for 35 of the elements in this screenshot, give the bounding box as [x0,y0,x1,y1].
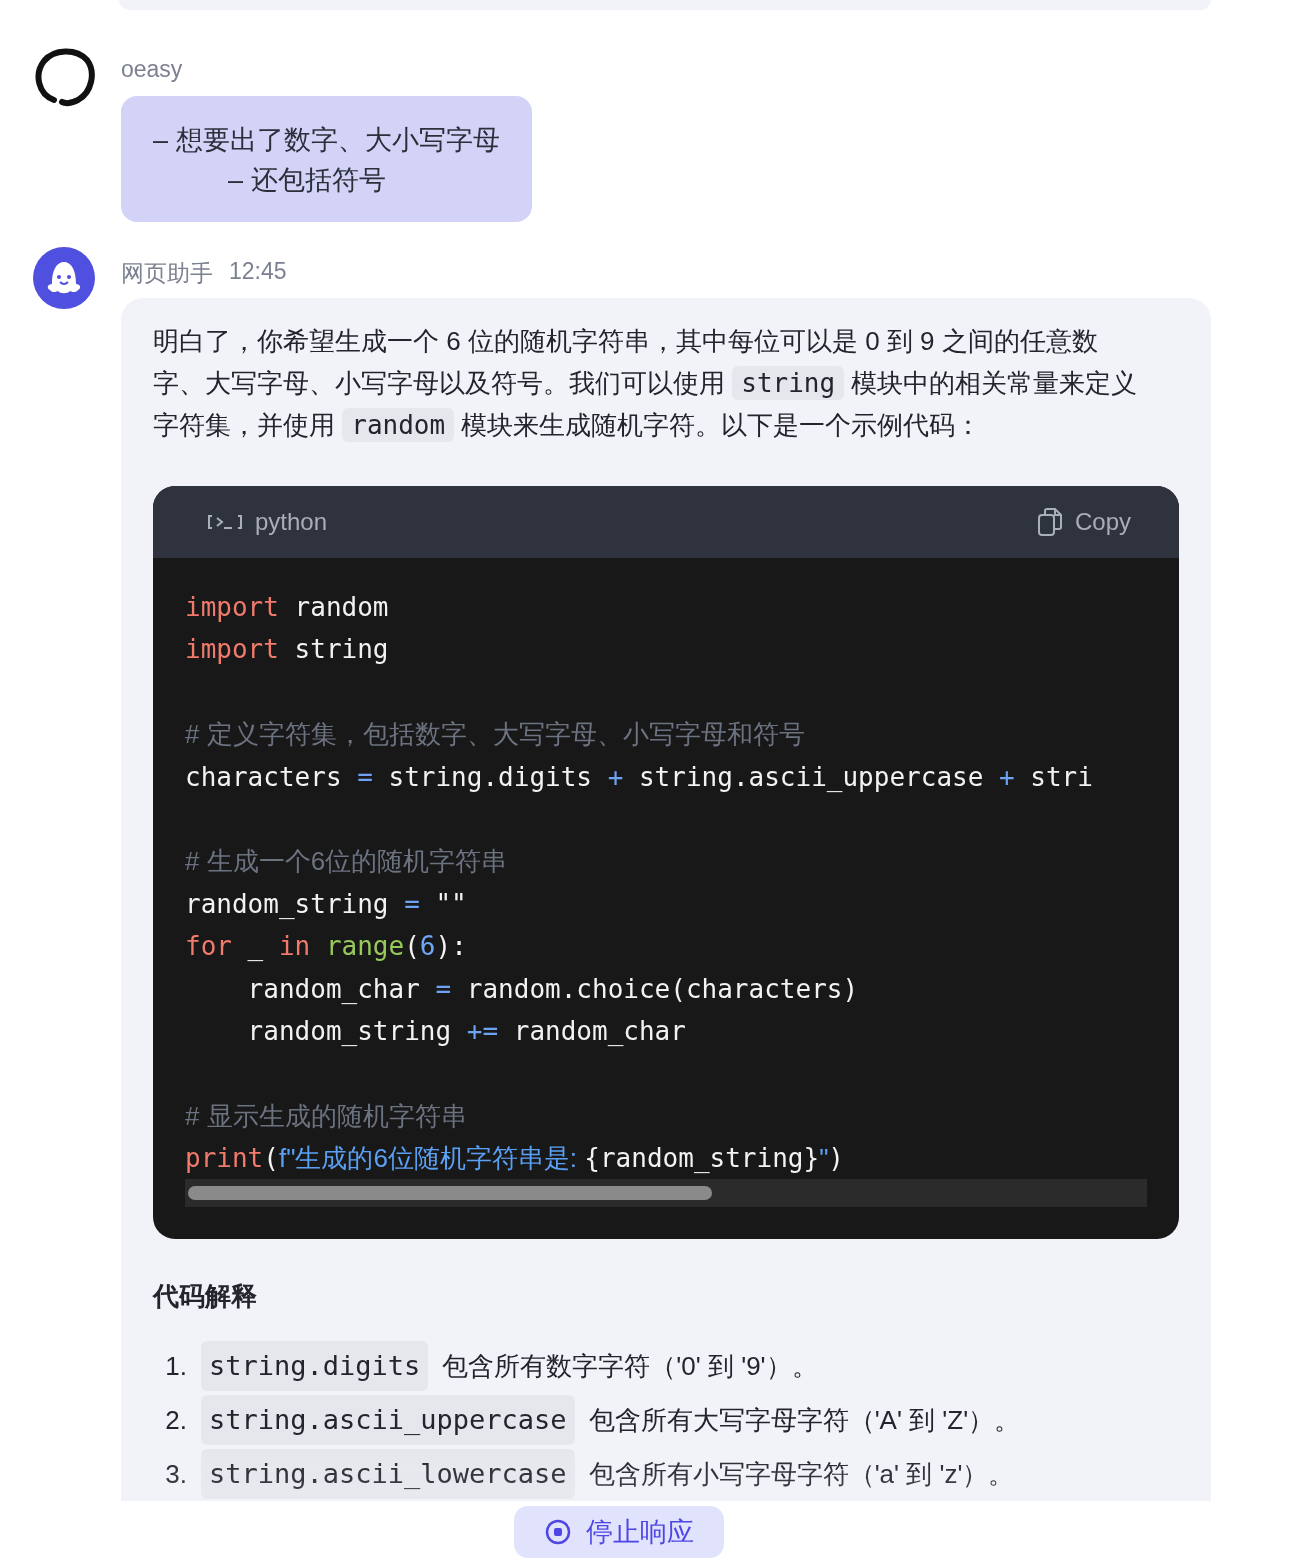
code-line: # 显示生成的随机字符串 [185,1099,468,1133]
inline-code: string.ascii_lowercase [201,1449,575,1500]
code-line: for _ in range(6): [185,930,468,964]
copy-button[interactable]: Copy [1036,501,1131,543]
list-number: 2. [164,1404,187,1438]
list-text: 包含所有数字字符（'0' 到 '9'）。 [442,1350,818,1384]
avatar-icon [32,246,96,310]
code-line: import random [185,591,390,624]
stop-button[interactable]: 停止响应 [514,1506,724,1558]
list-text: 包含所有小写字母字符（'a' 到 'z'）。 [588,1458,1015,1492]
author-name: oeasy [121,56,183,83]
code-line: random_char = random.choice(characters) [246,972,860,1006]
code-line: # 定义字符集，包括数字、大写字母、小写字母和符号 [185,718,806,752]
code-line: random_string = "" [185,887,468,921]
message-line: – 想要出了数字、大小写字母 [153,124,500,157]
list-text: 包含所有大写字母字符（'A' 到 'Z'）。 [588,1404,1021,1438]
code-line: print(f"生成的6位随机字符串是: {random_string}") [185,1142,845,1176]
author-name: 网页助手 [121,259,213,288]
list-number: 3. [164,1458,187,1492]
message-time: 12:45 [229,258,287,285]
message-paragraph: 明白了，你希望生成一个 6 位的随机字符串，其中每位可以是 0 到 9 之间的任意数字、大写字母、小写字母以及符号。我们可以使用 string 模块中的相关常量来定义字符集，并使用 random 模块来生成随机字符。以下是一个示例代码： [153,325,1139,444]
language-label: python [255,507,328,537]
code-line: # 生成一个6位的随机字符串 [185,845,509,879]
inline-code: string.digits [201,1341,429,1392]
section-heading: 代码解释 [153,1280,258,1314]
code-line: import string [185,633,390,667]
inline-code: string.ascii_uppercase [201,1395,575,1446]
scrollbar[interactable] [185,1179,1147,1208]
code-line: random_string += random_char [246,1014,687,1048]
code-line: characters = string.digits + string.ascii_uppercase + stri [185,760,1094,794]
copy-icon [1036,507,1063,537]
list-number: 1. [164,1350,187,1384]
stop-icon [544,1518,572,1546]
terminal-icon [207,513,243,531]
message-line: – 还包括符号 [227,164,387,197]
